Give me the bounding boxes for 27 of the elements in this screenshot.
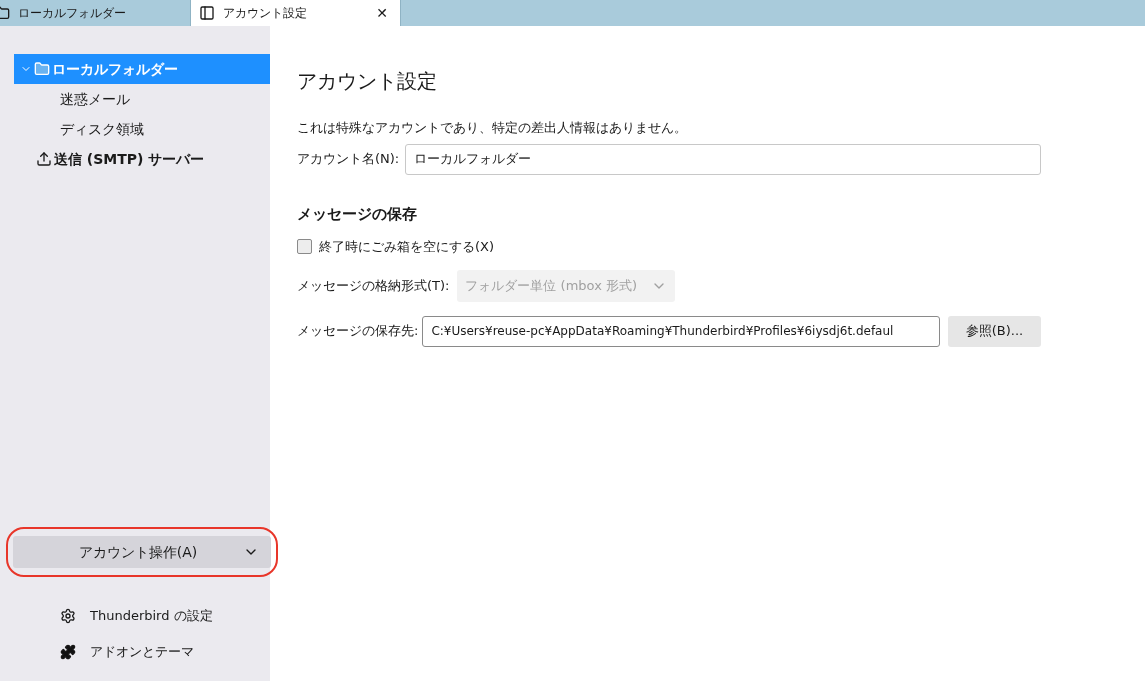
browse-button[interactable]: 参照(B)...	[948, 315, 1041, 347]
store-path-field[interactable]: C:¥Users¥reuse-pc¥AppData¥Roaming¥Thunderbird¥Profiles¥6iysdj6t.defaul	[422, 315, 940, 347]
field-label: アカウント名(N):	[297, 150, 400, 169]
account-name-field[interactable]: ローカルフォルダー	[405, 143, 1041, 175]
folder-icon	[34, 61, 50, 77]
account-actions-button[interactable]: アカウント操作(A)	[13, 536, 271, 568]
account-tree-item[interactable]: ディスク領域	[14, 114, 270, 144]
field-label: メッセージの保存先:	[297, 322, 419, 341]
info-text: これは特殊なアカウントであり、特定の差出人情報はありません。	[297, 119, 688, 137]
tab[interactable]: アカウント設定 ✕	[191, 0, 401, 26]
puzzle-icon	[60, 644, 76, 660]
close-button[interactable]: ✕	[376, 2, 388, 24]
settings-icon	[60, 608, 76, 624]
sidebar-link[interactable]: アドオンとテーマ	[60, 641, 270, 663]
sidebar-link[interactable]: Thunderbird の設定	[60, 605, 270, 627]
tab[interactable]: ローカルフォルダー	[0, 0, 191, 26]
outbox-icon	[36, 151, 52, 167]
panel-icon	[199, 5, 215, 21]
checkbox[interactable]	[297, 239, 312, 255]
account-tree-item[interactable]: 送信 (SMTP) サーバー	[14, 144, 270, 174]
field-label: メッセージの格納形式(T):	[297, 276, 450, 295]
tab-label: アカウント設定	[223, 5, 307, 22]
page-title: アカウント設定	[297, 68, 438, 95]
checkbox-label: 終了時にごみ箱を空にする(X)	[319, 238, 495, 256]
account-tree-item[interactable]: 迷惑メール	[14, 84, 270, 114]
tab-label: ローカルフォルダー	[18, 5, 126, 22]
section-heading: メッセージの保存	[297, 203, 418, 225]
